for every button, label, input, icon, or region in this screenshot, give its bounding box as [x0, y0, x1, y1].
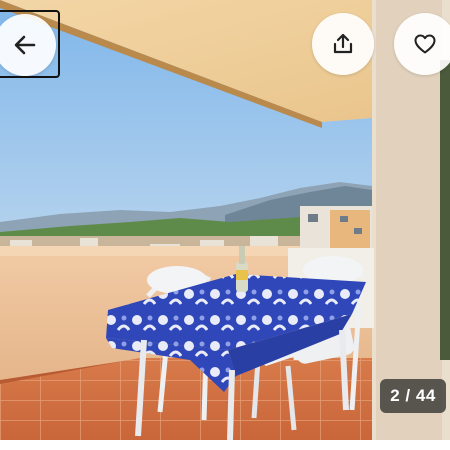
share-button[interactable] [312, 13, 374, 75]
favorite-button[interactable] [394, 13, 450, 75]
share-icon [333, 33, 353, 54]
balcony-view-image [0, 0, 450, 440]
photo-gallery[interactable]: 2 / 44 [0, 0, 450, 440]
photo-counter-current: 2 [390, 386, 401, 405]
listing-photo[interactable] [0, 0, 450, 440]
photo-counter: 2 / 44 [380, 379, 446, 413]
arrow-left-icon [14, 35, 36, 55]
bottom-sheet-edge [0, 440, 450, 450]
heart-icon [414, 34, 436, 54]
photo-counter-total: 44 [415, 386, 436, 405]
photo-counter-separator: / [400, 386, 416, 405]
